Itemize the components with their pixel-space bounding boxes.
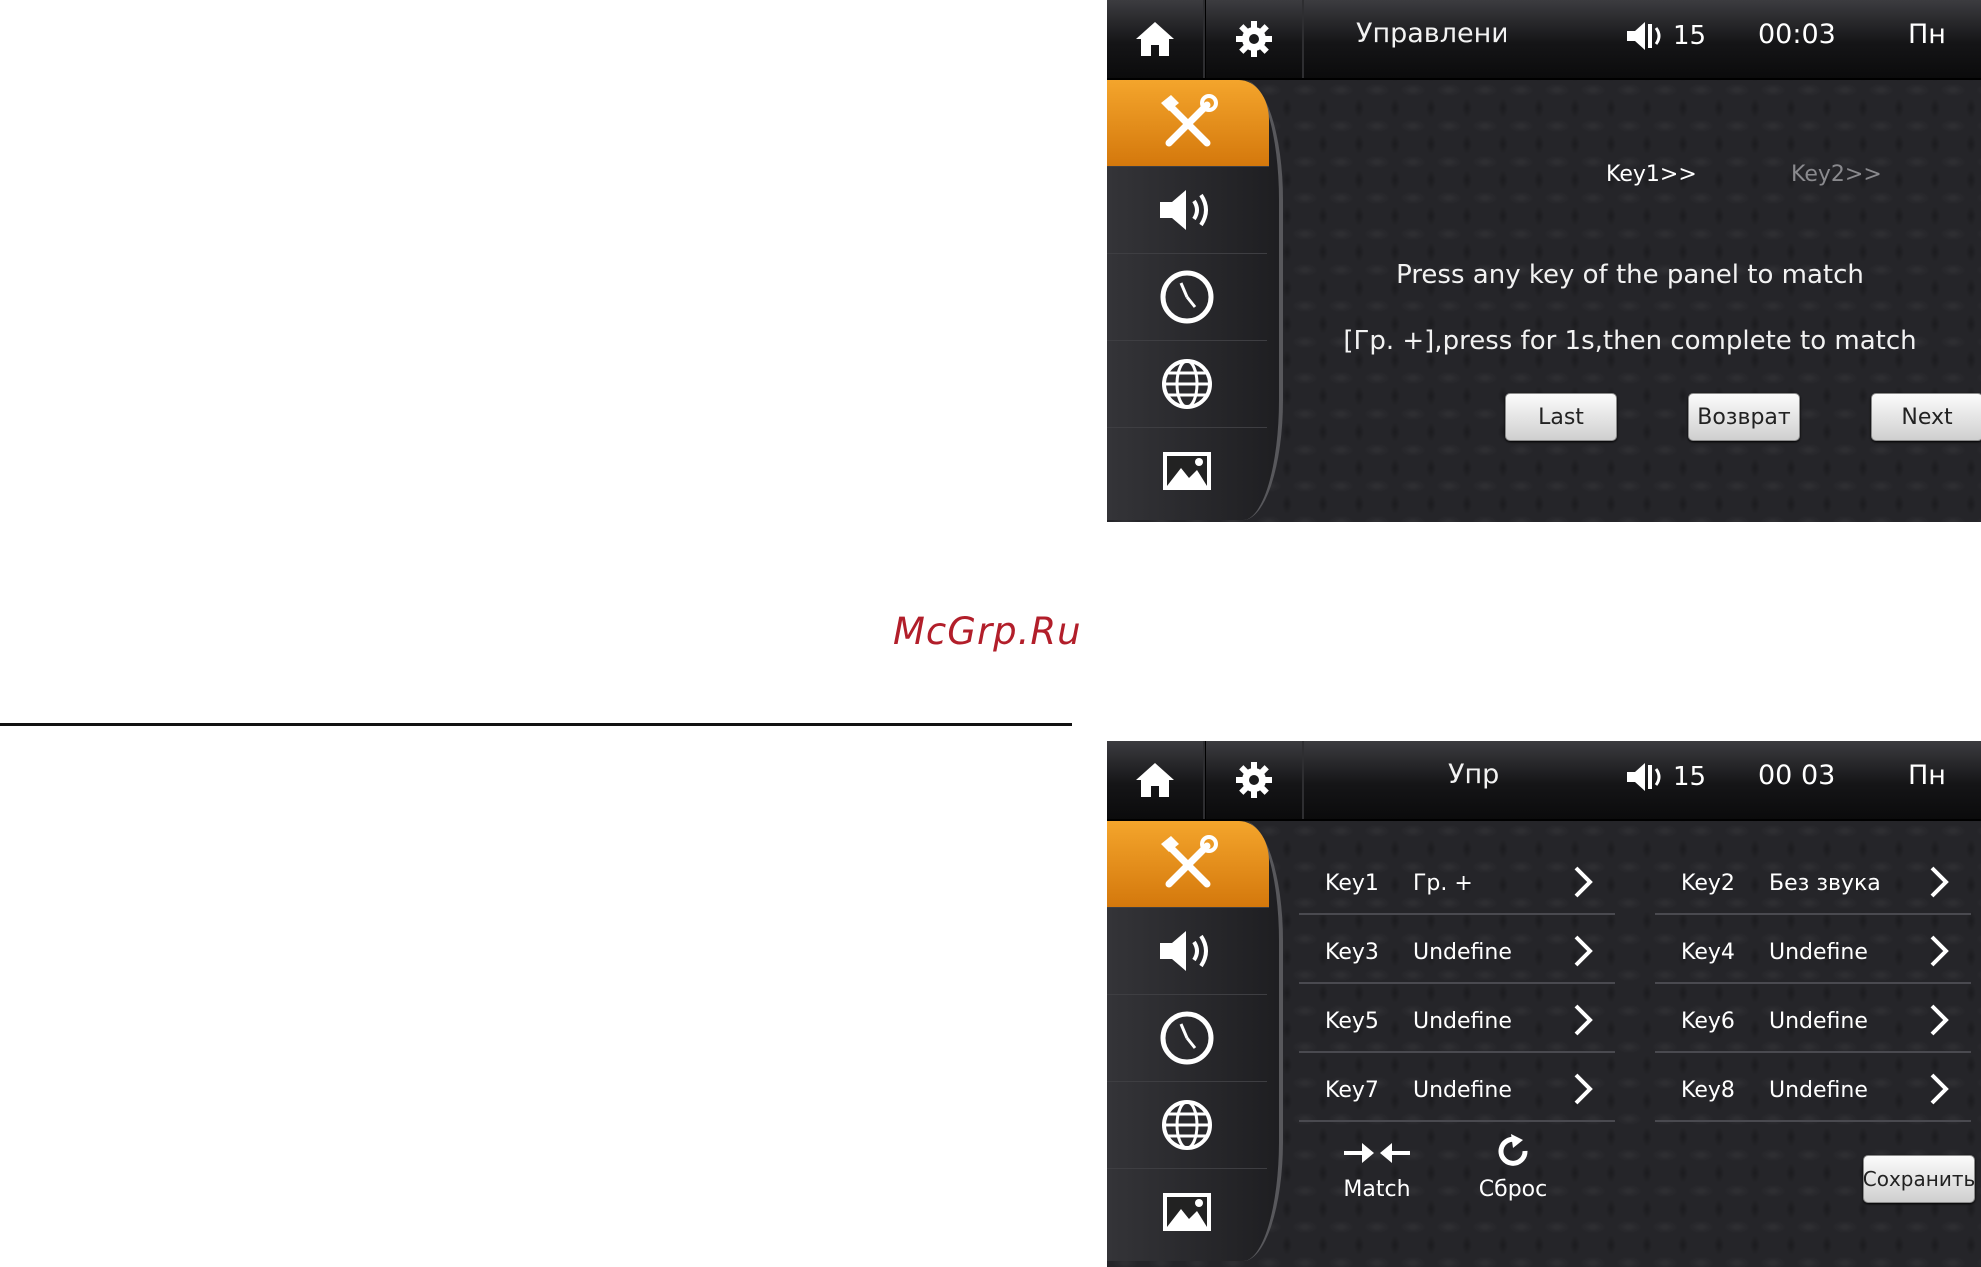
chevron-right-icon: [1574, 866, 1593, 898]
gear-icon: [1236, 21, 1272, 57]
content-area: Key1 Гр. + Key3 Undefine Key5 Undefine K…: [1279, 821, 1981, 1267]
sidebar: [1107, 80, 1283, 522]
key-label: Key2: [1681, 871, 1735, 896]
divider: [0, 723, 1072, 726]
speaker-icon: [1160, 190, 1208, 230]
sidebar: [1107, 821, 1283, 1266]
key-row-5[interactable]: Key5 Undefine: [1299, 991, 1615, 1053]
speaker-icon: [1160, 931, 1208, 971]
sidebar-item-tools[interactable]: [1107, 80, 1269, 167]
key-row-1[interactable]: Key1 Гр. +: [1299, 853, 1615, 915]
reset-button[interactable]: Сброс: [1463, 1131, 1563, 1202]
volume-indicator: 15: [1625, 20, 1706, 52]
clock-icon: [1160, 1011, 1214, 1065]
key-label: Key1: [1325, 871, 1379, 896]
volume-level: 15: [1673, 762, 1707, 792]
settings-button[interactable]: [1205, 0, 1304, 78]
key-value: Undefine: [1413, 1009, 1512, 1034]
globe-icon: [1162, 359, 1212, 409]
sidebar-item-display[interactable]: [1107, 1169, 1267, 1255]
sidebar-item-clock[interactable]: [1107, 254, 1267, 341]
volume-icon: [1627, 22, 1661, 50]
key-value: Без звука: [1769, 871, 1881, 896]
key-label: Key6: [1681, 1009, 1735, 1034]
chevron-right-icon: [1930, 1004, 1949, 1036]
home-icon: [1136, 22, 1174, 56]
chevron-right-icon: [1574, 1073, 1593, 1105]
content-area: Key1>> Key2>> Press any key of the panel…: [1279, 80, 1981, 522]
top-bar: Упр 15 00 03 Пн: [1107, 741, 1981, 821]
key-row-4[interactable]: Key4 Undefine: [1655, 922, 1971, 984]
reset-label: Сброс: [1478, 1177, 1548, 1202]
key-row-7[interactable]: Key7 Undefine: [1299, 1060, 1615, 1122]
sidebar-item-clock[interactable]: [1107, 995, 1267, 1082]
instruction-detail: [Гр. +],press for 1s,then complete to ma…: [1343, 326, 1917, 356]
key-row-8[interactable]: Key8 Undefine: [1655, 1060, 1971, 1122]
tools-icon: [1161, 835, 1218, 888]
last-button[interactable]: Last: [1505, 393, 1617, 441]
key-value: Undefine: [1769, 940, 1868, 965]
key-value: Undefine: [1769, 1078, 1868, 1103]
key-label: Key4: [1681, 940, 1735, 965]
key-value: Гр. +: [1413, 871, 1473, 896]
home-button[interactable]: [1107, 741, 1205, 819]
home-icon: [1136, 763, 1174, 797]
key-value: Undefine: [1413, 1078, 1512, 1103]
screen-title: Управлени: [1356, 18, 1506, 49]
clock-time: 00:03: [1758, 19, 1836, 50]
key-row-2[interactable]: Key2 Без звука: [1655, 853, 1971, 915]
match-arrows-icon: [1344, 1143, 1410, 1163]
globe-icon: [1162, 1100, 1212, 1150]
key-row-6[interactable]: Key6 Undefine: [1655, 991, 1971, 1053]
day-of-week: Пн: [1908, 760, 1946, 791]
key-label: Key8: [1681, 1078, 1735, 1103]
chevron-right-icon: [1574, 935, 1593, 967]
key-value: Undefine: [1769, 1009, 1868, 1034]
key-match-screen: Управлени 15 00:03 Пн Key1>> Key2>> Pres…: [1107, 0, 1981, 522]
day-of-week: Пн: [1908, 19, 1946, 50]
chevron-right-icon: [1930, 935, 1949, 967]
settings-button[interactable]: [1205, 741, 1304, 819]
key-label: Key7: [1325, 1078, 1379, 1103]
picture-icon: [1163, 1193, 1211, 1231]
key-value: Undefine: [1413, 940, 1512, 965]
picture-icon: [1163, 452, 1211, 490]
instruction-text: Press any key of the panel to match: [1396, 260, 1864, 290]
sidebar-item-tools[interactable]: [1107, 821, 1269, 908]
watermark: McGrp.Ru: [893, 610, 1082, 653]
key-row-3[interactable]: Key3 Undefine: [1299, 922, 1615, 984]
key-label: Key3: [1325, 940, 1379, 965]
sidebar-item-sound[interactable]: [1107, 908, 1267, 995]
match-button[interactable]: Match: [1327, 1139, 1427, 1202]
screen-title: Упр: [1448, 759, 1500, 790]
back-button[interactable]: Возврат: [1688, 393, 1800, 441]
match-label: Match: [1343, 1177, 1411, 1202]
tab-key1[interactable]: Key1>>: [1606, 162, 1697, 187]
home-button[interactable]: [1107, 0, 1205, 78]
sidebar-item-display[interactable]: [1107, 428, 1267, 514]
volume-icon: [1627, 763, 1661, 791]
sidebar-item-sound[interactable]: [1107, 167, 1267, 254]
clock-time: 00 03: [1758, 760, 1836, 791]
tools-icon: [1161, 94, 1218, 147]
chevron-right-icon: [1574, 1004, 1593, 1036]
chevron-right-icon: [1930, 866, 1949, 898]
save-button[interactable]: Сохранить: [1863, 1155, 1975, 1203]
key-label: Key5: [1325, 1009, 1379, 1034]
tab-key2[interactable]: Key2>>: [1791, 162, 1882, 187]
top-bar: Управлени 15 00:03 Пн: [1107, 0, 1981, 80]
key-list-screen: Упр 15 00 03 Пн Key1 Гр. + Key3 Undefine…: [1107, 741, 1981, 1267]
refresh-icon: [1498, 1134, 1528, 1166]
volume-level: 15: [1673, 21, 1707, 51]
gear-icon: [1236, 762, 1272, 798]
sidebar-item-language[interactable]: [1107, 341, 1267, 428]
clock-icon: [1160, 270, 1214, 324]
chevron-right-icon: [1930, 1073, 1949, 1105]
volume-indicator: 15: [1625, 761, 1706, 793]
sidebar-item-language[interactable]: [1107, 1082, 1267, 1169]
next-button[interactable]: Next: [1871, 393, 1981, 441]
